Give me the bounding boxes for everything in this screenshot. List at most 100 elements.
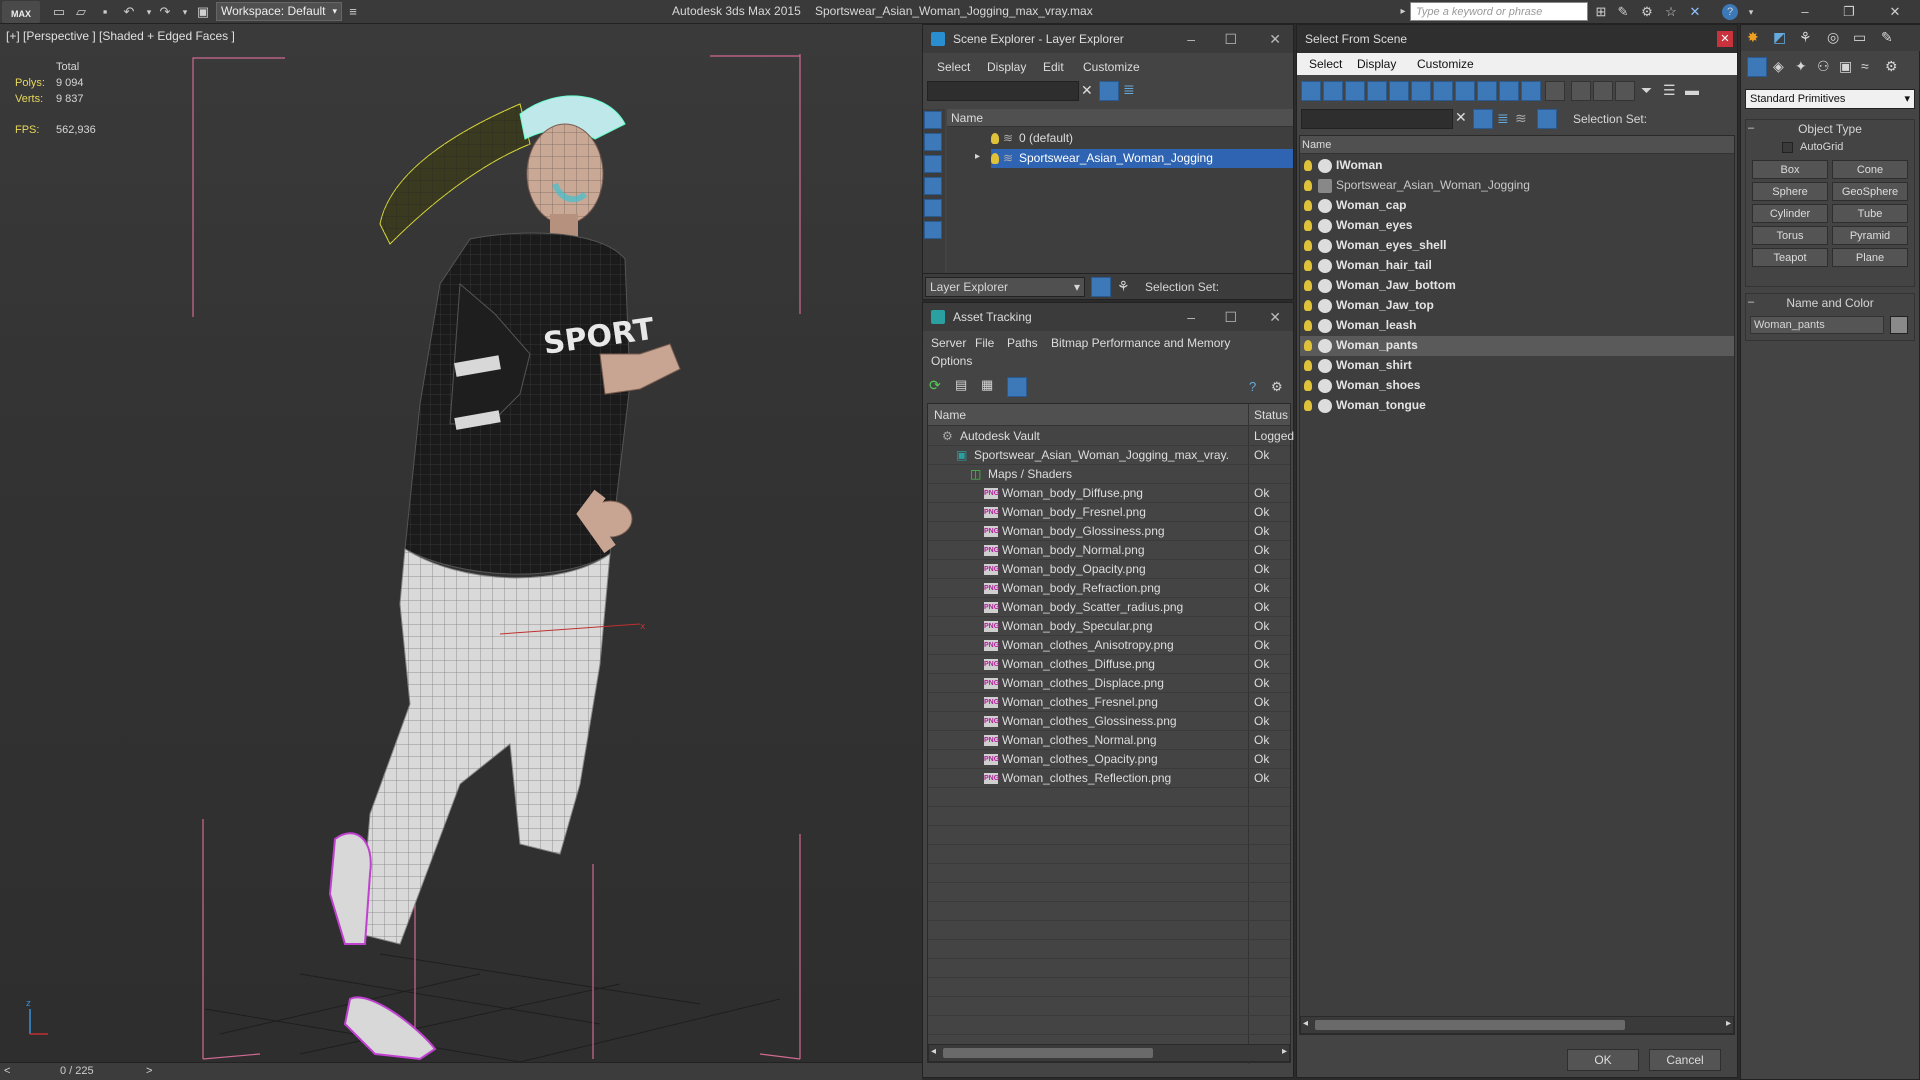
layer-manager-icon[interactable]: [1091, 277, 1111, 297]
scene-render[interactable]: SPORT x z: [0, 24, 922, 1062]
asset-row[interactable]: PNG Woman_body_Normal.png Ok: [928, 541, 1290, 560]
light-bulb-icon[interactable]: [1304, 220, 1312, 231]
asset-row[interactable]: PNG Woman_body_Fresnel.png Ok: [928, 503, 1290, 522]
box-button[interactable]: Box: [1752, 160, 1828, 179]
object-row[interactable]: Woman_tongue: [1300, 396, 1734, 416]
filter-funnel-icon[interactable]: ⏷: [1641, 82, 1652, 99]
lights-category-icon[interactable]: ✦: [1795, 58, 1807, 75]
object-row[interactable]: Woman_Jaw_bottom: [1300, 276, 1734, 296]
restore-icon[interactable]: ❐: [1840, 3, 1858, 21]
asset-row[interactable]: PNG Woman_clothes_Glossiness.png Ok: [928, 712, 1290, 731]
workspace-dropdown[interactable]: Workspace: Default ▾: [216, 2, 342, 21]
object-row[interactable]: IWoman: [1300, 156, 1734, 176]
frozen-filter-icon[interactable]: [1521, 81, 1541, 101]
light-bulb-icon[interactable]: [1304, 360, 1312, 371]
light-bulb-icon[interactable]: [1304, 320, 1312, 331]
asset-row[interactable]: ⚙ Autodesk Vault Logged: [928, 427, 1294, 446]
asset-row[interactable]: PNG Woman_clothes_Normal.png Ok: [928, 731, 1290, 750]
col-name[interactable]: Name: [934, 408, 966, 422]
light-bulb-icon[interactable]: [1304, 340, 1312, 351]
asset-row[interactable]: PNG Woman_clothes_Displace.png Ok: [928, 674, 1290, 693]
col-name[interactable]: Name: [947, 109, 1293, 127]
spacewarps-category-icon[interactable]: ≈: [1861, 58, 1869, 74]
layers-icon[interactable]: ≣: [1497, 110, 1509, 127]
help-icon[interactable]: ?: [1722, 4, 1738, 20]
sphere-button[interactable]: Sphere: [1752, 182, 1828, 201]
thumbnail-view-icon[interactable]: ▦: [981, 377, 1001, 397]
menu-customize[interactable]: Customize: [1417, 57, 1474, 71]
list-view-icon[interactable]: ▤: [955, 377, 975, 397]
hierarchy-icon[interactable]: ☰: [1663, 82, 1676, 99]
settings-icon[interactable]: ⚙: [1271, 379, 1283, 395]
perspective-viewport[interactable]: [+] [Perspective ] [Shaded + Edged Faces…: [0, 24, 922, 1062]
utilities-tab-icon[interactable]: ✎: [1881, 29, 1893, 46]
teapot-button[interactable]: Teapot: [1752, 248, 1828, 267]
close-icon[interactable]: ✕: [1886, 3, 1904, 21]
object-row[interactable]: Woman_hair_tail: [1300, 256, 1734, 276]
menu-edit[interactable]: Edit: [1043, 60, 1064, 74]
warps-filter-icon[interactable]: [1411, 81, 1431, 101]
scroll-left-icon[interactable]: ◂: [931, 1046, 936, 1057]
light-bulb-icon[interactable]: [1304, 380, 1312, 391]
geosphere-button[interactable]: GeoSphere: [1832, 182, 1908, 201]
light-bulb-icon[interactable]: [991, 153, 999, 164]
layer-explorer-dropdown[interactable]: Layer Explorer ▾: [925, 277, 1085, 297]
minimize-icon[interactable]: –: [1187, 303, 1195, 331]
display-warps-icon[interactable]: [924, 221, 942, 239]
scroll-thumb[interactable]: [1315, 1020, 1625, 1030]
open-file-icon[interactable]: ▱: [72, 3, 90, 21]
object-row[interactable]: Sportswear_Asian_Woman_Jogging: [1300, 176, 1734, 196]
groups-filter-icon[interactable]: [1433, 81, 1453, 101]
shapes-category-icon[interactable]: ◈: [1773, 58, 1784, 75]
help-dropdown-icon[interactable]: ▾: [1742, 3, 1760, 21]
asset-row[interactable]: ◫ Maps / Shaders: [928, 465, 1290, 484]
save-icon[interactable]: ▪: [96, 3, 114, 21]
helpers-category-icon[interactable]: ▣: [1839, 58, 1852, 75]
tools-icon[interactable]: ✎: [1614, 3, 1632, 21]
light-bulb-icon[interactable]: [1304, 260, 1312, 271]
clear-search-icon[interactable]: ✕: [1081, 82, 1093, 99]
object-row[interactable]: Woman_pants: [1300, 336, 1734, 356]
pyramid-button[interactable]: Pyramid: [1832, 226, 1908, 245]
xrefs-filter-icon[interactable]: [1455, 81, 1475, 101]
modify-tab-icon[interactable]: ◩: [1773, 29, 1786, 46]
light-bulb-icon[interactable]: [991, 133, 999, 144]
redo-dropdown-icon[interactable]: ▾: [176, 3, 194, 21]
hierarchy-icon[interactable]: ⚘: [1117, 278, 1130, 295]
hierarchy-tab-icon[interactable]: ⚘: [1799, 29, 1812, 46]
select-invert-icon[interactable]: [1615, 81, 1635, 101]
shapes-filter-icon[interactable]: [1323, 81, 1343, 101]
menu-file[interactable]: File: [975, 336, 994, 350]
scroll-thumb[interactable]: [943, 1048, 1153, 1058]
asset-row[interactable]: PNG Woman_body_Refraction.png Ok: [928, 579, 1290, 598]
expand-arrow-icon[interactable]: ▸: [975, 151, 980, 162]
project-folder-icon[interactable]: ▣: [194, 3, 212, 21]
app-logo[interactable]: MAX: [2, 1, 40, 23]
tube-button[interactable]: Tube: [1832, 204, 1908, 223]
layer-row[interactable]: ≋ 0 (default): [947, 129, 1293, 148]
maximize-icon[interactable]: ☐: [1224, 25, 1237, 53]
torus-button[interactable]: Torus: [1752, 226, 1828, 245]
light-bulb-icon[interactable]: [1304, 200, 1312, 211]
light-bulb-icon[interactable]: [1304, 400, 1312, 411]
helpers-filter-icon[interactable]: [1389, 81, 1409, 101]
asset-row[interactable]: PNG Woman_clothes_Reflection.png Ok: [928, 769, 1290, 788]
menu-select[interactable]: Select: [1309, 57, 1342, 71]
sfs-search-input[interactable]: [1301, 109, 1453, 129]
light-bulb-icon[interactable]: [1304, 160, 1312, 171]
stack-icon[interactable]: ≋: [1515, 110, 1527, 127]
display-tab-icon[interactable]: ▭: [1853, 29, 1866, 46]
close-icon[interactable]: ✕: [1269, 303, 1281, 331]
object-row[interactable]: Woman_eyes: [1300, 216, 1734, 236]
menu-paths[interactable]: Paths: [1007, 336, 1038, 350]
time-slider[interactable]: < 0 / 225 >: [0, 1062, 922, 1080]
light-bulb-icon[interactable]: [1304, 180, 1312, 191]
menu-bitmap-performance[interactable]: Bitmap Performance and Memory: [1051, 336, 1230, 350]
filter-icon[interactable]: [1473, 109, 1493, 129]
binoculars-icon[interactable]: ⊞: [1592, 3, 1610, 21]
close-icon[interactable]: ✕: [1717, 31, 1733, 47]
asset-row[interactable]: PNG Woman_body_Diffuse.png Ok: [928, 484, 1290, 503]
light-bulb-icon[interactable]: [1304, 300, 1312, 311]
horizontal-scrollbar[interactable]: ◂ ▸: [1300, 1016, 1734, 1034]
asset-row[interactable]: PNG Woman_clothes_Anisotropy.png Ok: [928, 636, 1290, 655]
